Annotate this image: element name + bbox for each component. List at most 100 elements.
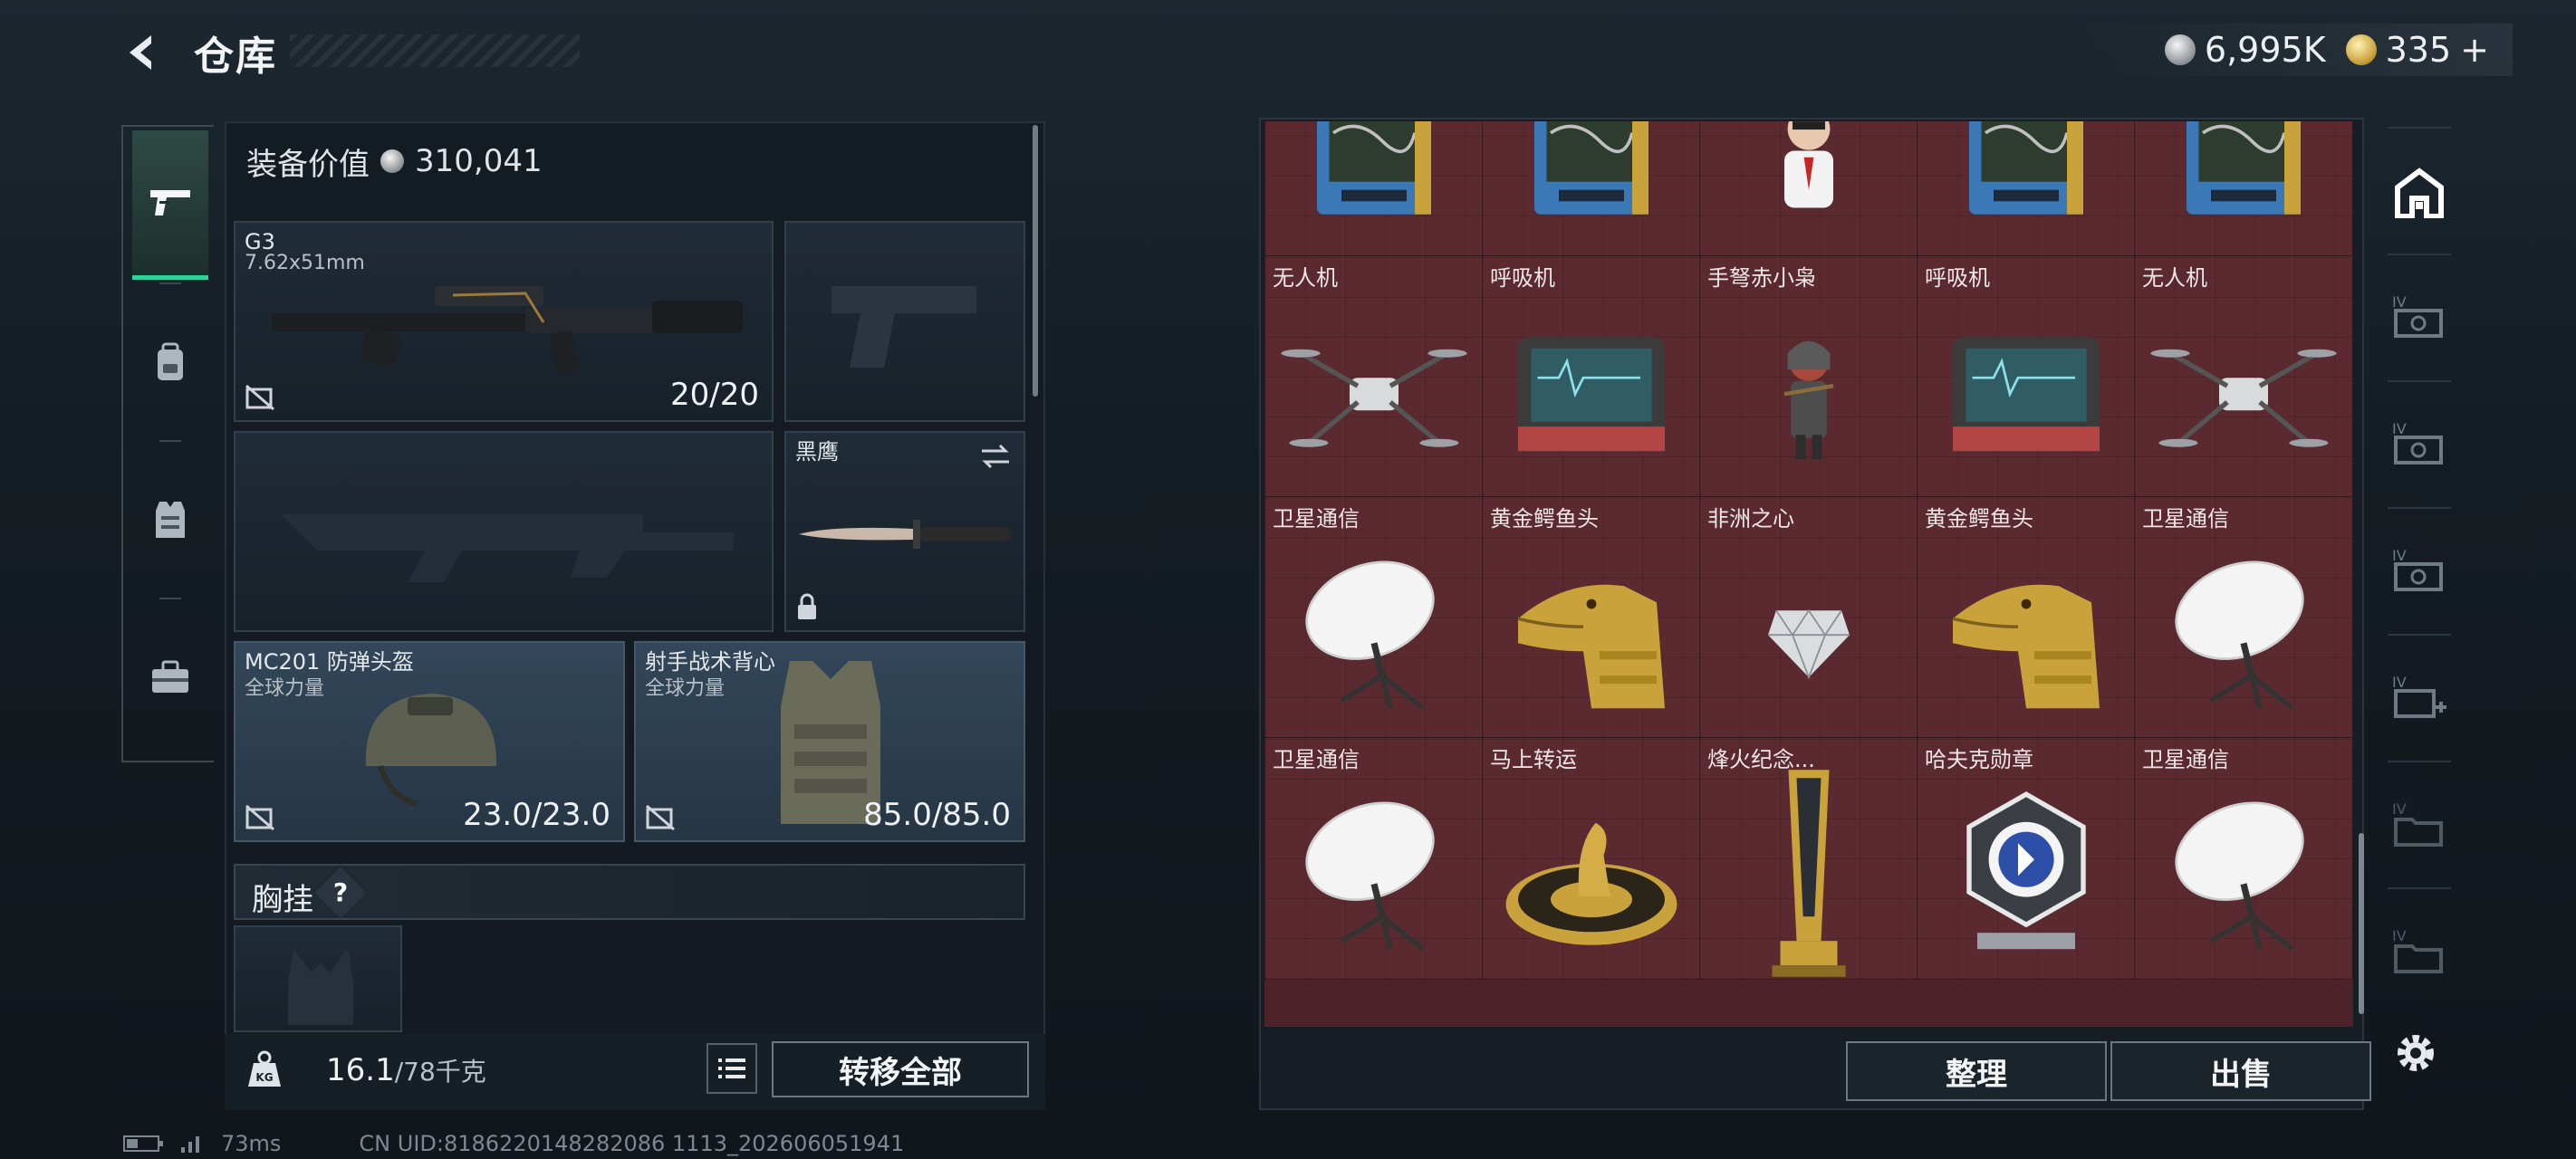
stash-item-diamond[interactable]: 非洲之心 — [1699, 496, 1918, 739]
stash-tab-7[interactable]: IV — [2388, 918, 2451, 982]
stash-sidebar: IV IV IV IV IV IV — [2375, 118, 2462, 1005]
armor-faction: 全球力量 — [645, 677, 726, 700]
stash-item-medal[interactable]: 哈夫克勋章 — [1917, 737, 2136, 980]
stash-item-trophy[interactable]: 烽火纪念... — [1699, 737, 1918, 980]
back-arrow-icon — [130, 35, 151, 70]
sell-button[interactable]: 出售 — [2110, 1041, 2371, 1101]
stash-tab-3[interactable]: IV — [2388, 411, 2451, 474]
item-label: 卫星通信 — [2142, 506, 2229, 532]
secondary-weapon-slot[interactable] — [234, 431, 774, 632]
weapon-ammo: 20/20 — [670, 377, 759, 413]
stash-item-colonel-figurine[interactable] — [1699, 121, 1918, 257]
add-stash-icon: IV — [2392, 674, 2446, 718]
stash-item-equipment-box[interactable] — [1917, 121, 2136, 257]
pistol-silhouette-icon — [831, 286, 976, 368]
item-label: 卫星通信 — [1273, 747, 1360, 772]
vest-icon — [156, 502, 185, 538]
satellite-dish-icon — [2162, 553, 2325, 720]
stash-item-ventilator[interactable]: 呼吸机 — [1482, 255, 1701, 498]
silver-currency: 6,995K — [2164, 30, 2326, 70]
stash-tab-4[interactable]: IV — [2388, 538, 2451, 601]
equipment-box-icon — [1945, 121, 2108, 226]
equipment-box-icon — [2162, 121, 2325, 226]
transfer-all-button[interactable]: 转移全部 — [772, 1041, 1029, 1097]
stash-item-satellite-dish[interactable]: 卫星通信 — [1264, 496, 1484, 739]
uid: CN UID:8186220148282086 1113_20260605194… — [359, 1131, 905, 1156]
item-label: 马上转运 — [1490, 747, 1577, 772]
no-insure-icon — [646, 804, 675, 831]
svg-text:IV: IV — [2392, 674, 2407, 691]
satellite-dish-icon — [1293, 553, 1456, 720]
sort-button[interactable]: 整理 — [1846, 1041, 2107, 1101]
list-view-button[interactable] — [706, 1043, 757, 1094]
stash-item-horse-coin[interactable]: 马上转运 — [1482, 737, 1701, 980]
figurine-icon — [1760, 321, 1858, 471]
item-label: 卫星通信 — [2142, 747, 2229, 772]
stash-tab-6[interactable]: IV — [2388, 791, 2451, 855]
title-decoration — [290, 34, 580, 67]
help-button[interactable]: ? — [314, 867, 367, 919]
stash-item-equipment-box[interactable] — [2134, 121, 2353, 257]
list-icon — [718, 1058, 745, 1078]
stash-item-ventilator[interactable]: 呼吸机 — [1917, 255, 2136, 498]
stash-tab-2[interactable]: IV — [2388, 284, 2451, 348]
gear-icon — [2398, 1035, 2434, 1071]
ping: 73ms — [221, 1131, 282, 1156]
tab-vest[interactable] — [132, 447, 208, 592]
stash-grid: 无人机 呼吸机 手弩赤小枭 呼吸机 无人机 卫星通信 黄金鳄鱼头 非洲之心 黄金鳄鱼头 卫星通信卫… — [1264, 121, 2353, 1027]
backpack-icon — [158, 342, 183, 380]
stash-item-golden-croc-head[interactable]: 黄金鳄鱼头 — [1917, 496, 2136, 739]
item-label: 黄金鳄鱼头 — [1925, 506, 2033, 532]
stash-home-tab[interactable] — [2388, 161, 2451, 225]
primary-weapon-slot[interactable]: G3 7.62x51mm 20/20 — [234, 221, 774, 422]
tab-backpack[interactable] — [132, 290, 208, 435]
left-scrollbar[interactable] — [1033, 125, 1038, 397]
svg-text:IV: IV — [2392, 293, 2407, 311]
status-bar: 73ms CN UID:8186220148282086 1113_202606… — [123, 1130, 904, 1157]
silver-coin-icon — [2164, 34, 2196, 65]
helmet-icon — [365, 694, 497, 807]
stash-item-satellite-dish[interactable]: 卫星通信 — [2134, 737, 2353, 980]
armor-durability: 85.0/85.0 — [863, 797, 1011, 833]
currency-bar: 6,995K 335 + — [2078, 24, 2513, 76]
settings-button[interactable] — [2388, 1025, 2444, 1081]
melee-slot[interactable]: 黑鹰 — [784, 431, 1025, 632]
gold-coin-icon — [2345, 34, 2377, 65]
helmet-slot[interactable]: MC201 防弹头盔 全球力量 23.0/23.0 — [234, 641, 625, 842]
weight-max: /78千克 — [394, 1057, 486, 1087]
golden-croc-head-icon — [1937, 553, 2116, 720]
ventilator-icon — [1937, 321, 2116, 471]
equipment-box-icon — [1510, 121, 1673, 226]
stash-item-equipment-box[interactable] — [1482, 121, 1701, 257]
back-button[interactable] — [118, 27, 168, 78]
stash-item-golden-croc-head[interactable]: 黄金鳄鱼头 — [1482, 496, 1701, 739]
silver-coin-icon — [380, 149, 404, 173]
stash-item-figurine[interactable]: 手弩赤小枭 — [1699, 255, 1918, 498]
stash-scrollbar[interactable] — [2359, 833, 2364, 1014]
add-gold-button[interactable]: + — [2460, 30, 2489, 70]
satellite-dish-icon — [2162, 794, 2325, 961]
equipment-value-label: 装备价值 — [246, 146, 370, 183]
stash-home-icon — [2395, 168, 2444, 218]
swap-icon[interactable] — [978, 442, 1013, 471]
stash-item-drone[interactable]: 无人机 — [1264, 255, 1484, 498]
chest-rig-slot[interactable] — [234, 925, 402, 1032]
item-label: 黄金鳄鱼头 — [1490, 506, 1599, 532]
add-stash-tab-button[interactable]: IV — [2388, 665, 2451, 728]
tab-weapon[interactable] — [132, 130, 208, 280]
sidearm-slot[interactable] — [784, 221, 1025, 422]
stash-item-drone[interactable]: 无人机 — [2134, 255, 2353, 498]
gold-currency[interactable]: 335 + — [2345, 30, 2489, 70]
drone-icon — [1276, 321, 1472, 471]
drone-icon — [2146, 321, 2341, 471]
chest-rig-label: 胸挂 — [252, 882, 313, 918]
weight-kg-icon: KG — [245, 1049, 284, 1088]
helmet-durability: 23.0/23.0 — [463, 797, 610, 833]
stash-item-equipment-box[interactable] — [1264, 121, 1484, 257]
item-label: 非洲之心 — [1707, 506, 1794, 532]
tab-toolbox[interactable] — [132, 605, 208, 750]
item-label: 卫星通信 — [1273, 506, 1360, 532]
armor-slot[interactable]: 射手战术背心 全球力量 85.0/85.0 — [634, 641, 1025, 842]
stash-item-satellite-dish[interactable]: 卫星通信 — [1264, 737, 1484, 980]
stash-item-satellite-dish[interactable]: 卫星通信 — [2134, 496, 2353, 739]
